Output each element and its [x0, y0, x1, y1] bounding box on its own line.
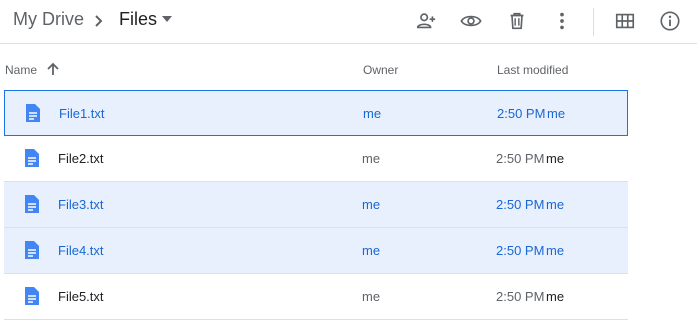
- more-vert-icon: [560, 12, 564, 30]
- chevron-right-icon: [95, 15, 103, 27]
- file-name: File5.txt: [58, 289, 104, 304]
- file-modified-by: me: [546, 197, 565, 212]
- text-file-icon: [26, 104, 40, 122]
- file-modified-by: me: [546, 289, 565, 304]
- file-owner: me: [363, 106, 382, 121]
- file-row[interactable]: File1.txt me 2:50 PM me: [4, 90, 628, 136]
- file-modified-time: 2:50 PM: [497, 106, 546, 121]
- trash-icon: [510, 12, 524, 30]
- info-icon: [660, 11, 680, 31]
- share-button[interactable]: [414, 9, 438, 33]
- file-row[interactable]: File4.txt me 2:50 PM me: [4, 228, 628, 274]
- column-header-owner[interactable]: Owner: [363, 63, 398, 77]
- details-button[interactable]: [658, 9, 682, 33]
- file-name: File3.txt: [58, 197, 104, 212]
- file-name: File4.txt: [58, 243, 104, 258]
- file-modified-time: 2:50 PM: [496, 197, 545, 212]
- text-file-icon: [25, 149, 39, 167]
- file-owner: me: [362, 289, 381, 304]
- text-file-icon: [25, 287, 39, 305]
- file-modified-by: me: [546, 243, 565, 258]
- grid-view-button[interactable]: [613, 9, 637, 33]
- arrow-drop-down-icon[interactable]: [162, 16, 172, 22]
- file-row[interactable]: File3.txt me 2:50 PM me: [4, 182, 628, 228]
- file-name: File2.txt: [58, 151, 104, 166]
- file-name: File1.txt: [59, 106, 105, 121]
- toolbar-divider: [593, 8, 594, 36]
- breadcrumb-my-drive[interactable]: My Drive: [13, 9, 84, 30]
- file-row[interactable]: File2.txt me 2:50 PM me: [4, 136, 628, 182]
- breadcrumb-files[interactable]: Files: [119, 9, 157, 30]
- remove-button[interactable]: [505, 9, 529, 33]
- file-modified-time: 2:50 PM: [496, 243, 545, 258]
- file-owner: me: [362, 197, 381, 212]
- file-row[interactable]: File5.txt me 2:50 PM me: [4, 274, 628, 320]
- file-modified-by: me: [546, 151, 565, 166]
- share-person-add-icon: [416, 13, 436, 29]
- arrow-upward-icon[interactable]: [46, 62, 60, 76]
- file-owner: me: [362, 151, 381, 166]
- grid-view-icon: [615, 13, 635, 29]
- file-modified-time: 2:50 PM: [496, 289, 545, 304]
- file-modified-time: 2:50 PM: [496, 151, 545, 166]
- file-modified-by: me: [547, 106, 566, 121]
- preview-button[interactable]: [459, 9, 483, 33]
- more-actions-button[interactable]: [550, 9, 574, 33]
- text-file-icon: [25, 195, 39, 213]
- preview-eye-icon: [460, 15, 482, 27]
- file-owner: me: [362, 243, 381, 258]
- column-header-last-modified[interactable]: Last modified: [497, 63, 568, 77]
- text-file-icon: [25, 241, 39, 259]
- top-bar: My Drive Files: [0, 0, 697, 44]
- column-header-name[interactable]: Name: [5, 63, 37, 77]
